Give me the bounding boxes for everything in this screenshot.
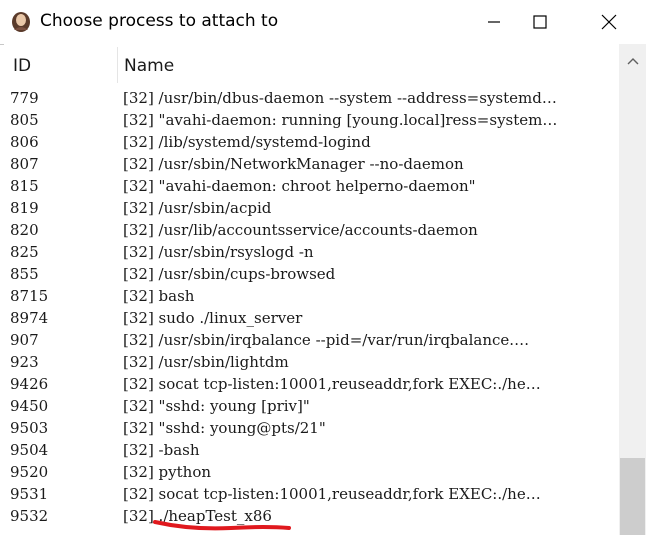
process-name: [32] /usr/sbin/acpid — [123, 199, 272, 217]
process-id: 819 — [10, 199, 39, 217]
process-name: [32] /usr/lib/accountsservice/accounts-d… — [123, 221, 478, 239]
process-id: 9532 — [10, 507, 49, 525]
process-name: [32] /lib/systemd/systemd-logind — [123, 133, 371, 151]
column-header-id[interactable]: ID — [13, 56, 31, 76]
minimize-icon — [488, 21, 500, 23]
title-bar[interactable]: Choose process to attach to — [0, 0, 646, 44]
column-divider[interactable] — [117, 47, 118, 83]
process-name: [32] /usr/sbin/cups-browsed — [123, 265, 336, 283]
process-id: 9503 — [10, 419, 49, 437]
maximize-button[interactable] — [517, 0, 563, 44]
process-name: [32] ./heapTest_x86 — [123, 507, 272, 525]
process-row[interactable]: 855 [32] /usr/sbin/cups-browsed — [4, 263, 619, 285]
process-name: [32] socat tcp-listen:10001,reuseaddr,fo… — [123, 485, 541, 503]
maximize-icon — [533, 15, 547, 29]
process-row[interactable]: 9520 [32] python — [4, 461, 619, 483]
process-row[interactable]: 9532 [32] ./heapTest_x86 — [4, 505, 619, 527]
process-list[interactable]: ID Name 779 [32] /usr/bin/dbus-daemon --s… — [4, 44, 619, 535]
process-name: [32] "sshd: young [priv]" — [123, 397, 310, 415]
process-row[interactable]: 9504 [32] -bash — [4, 439, 619, 461]
process-name: [32] -bash — [123, 441, 200, 459]
process-id: 9520 — [10, 463, 49, 481]
process-id: 855 — [10, 265, 39, 283]
process-name: [32] "avahi-daemon: chroot helperno-daem… — [123, 177, 476, 195]
process-row[interactable]: 9426 [32] socat tcp-listen:10001,reuseadd… — [4, 373, 619, 395]
column-header-name[interactable]: Name — [124, 56, 174, 76]
process-name: [32] "sshd: young@pts/21" — [123, 419, 326, 437]
process-name: [32] /usr/sbin/rsyslogd -n — [123, 243, 314, 261]
process-row[interactable]: 820 [32] /usr/lib/accountsservice/account… — [4, 219, 619, 241]
window-title: Choose process to attach to — [40, 11, 279, 31]
process-id: 9504 — [10, 441, 49, 459]
process-id: 779 — [10, 89, 39, 107]
process-row[interactable]: 825 [32] /usr/sbin/rsyslogd -n — [4, 241, 619, 263]
process-id: 805 — [10, 111, 39, 129]
process-id: 9426 — [10, 375, 49, 393]
process-id: 907 — [10, 331, 39, 349]
process-row[interactable]: 9531 [32] socat tcp-listen:10001,reuseadd… — [4, 483, 619, 505]
process-row[interactable]: 815 [32] "avahi-daemon: chroot helperno-d… — [4, 175, 619, 197]
avatar-portrait-icon — [12, 12, 30, 32]
list-header: ID Name — [4, 44, 619, 86]
process-name: [32] "avahi-daemon: running [young.local… — [123, 111, 558, 129]
process-row[interactable]: 807 [32] /usr/sbin/NetworkManager --no-da… — [4, 153, 619, 175]
process-name: [32] /usr/sbin/lightdm — [123, 353, 289, 371]
process-row[interactable]: 8715 [32] bash — [4, 285, 619, 307]
process-row[interactable]: 819 [32] /usr/sbin/acpid — [4, 197, 619, 219]
process-name: [32] /usr/sbin/NetworkManager --no-daemo… — [123, 155, 464, 173]
process-id: 8715 — [10, 287, 49, 305]
process-name: [32] bash — [123, 287, 195, 305]
process-row[interactable]: 9503 [32] "sshd: young@pts/21" — [4, 417, 619, 439]
process-id: 825 — [10, 243, 39, 261]
process-row[interactable]: 907 [32] /usr/sbin/irqbalance --pid=/var/… — [4, 329, 619, 351]
close-icon — [601, 14, 617, 30]
process-row[interactable]: 923 [32] /usr/sbin/lightdm — [4, 351, 619, 373]
process-name: [32] /usr/sbin/irqbalance --pid=/var/run… — [123, 331, 530, 349]
process-row[interactable]: 806 [32] /lib/systemd/systemd-logind — [4, 131, 619, 153]
process-row[interactable]: 9450 [32] "sshd: young [priv]" — [4, 395, 619, 417]
chevron-up-icon — [627, 58, 638, 65]
process-id: 8974 — [10, 309, 49, 327]
scrollbar-thumb[interactable] — [620, 458, 645, 535]
vertical-scrollbar[interactable] — [619, 44, 646, 535]
process-id: 820 — [10, 221, 39, 239]
scroll-up-button[interactable] — [619, 46, 646, 76]
process-row[interactable]: 805 [32] "avahi-daemon: running [young.lo… — [4, 109, 619, 131]
process-id: 806 — [10, 133, 39, 151]
process-name: [32] python — [123, 463, 212, 481]
process-name: [32] sudo ./linux_server — [123, 309, 303, 327]
process-rows: 779 [32] /usr/bin/dbus-daemon --system --… — [4, 87, 619, 527]
process-id: 9450 — [10, 397, 49, 415]
process-id: 807 — [10, 155, 39, 173]
close-button[interactable] — [586, 0, 632, 44]
process-name: [32] socat tcp-listen:10001,reuseaddr,fo… — [123, 375, 541, 393]
process-row[interactable]: 8974 [32] sudo ./linux_server — [4, 307, 619, 329]
process-row[interactable]: 779 [32] /usr/bin/dbus-daemon --system --… — [4, 87, 619, 109]
process-id: 923 — [10, 353, 39, 371]
process-id: 815 — [10, 177, 39, 195]
process-id: 9531 — [10, 485, 49, 503]
minimize-button[interactable] — [471, 0, 517, 44]
process-name: [32] /usr/bin/dbus-daemon --system --add… — [123, 89, 557, 107]
